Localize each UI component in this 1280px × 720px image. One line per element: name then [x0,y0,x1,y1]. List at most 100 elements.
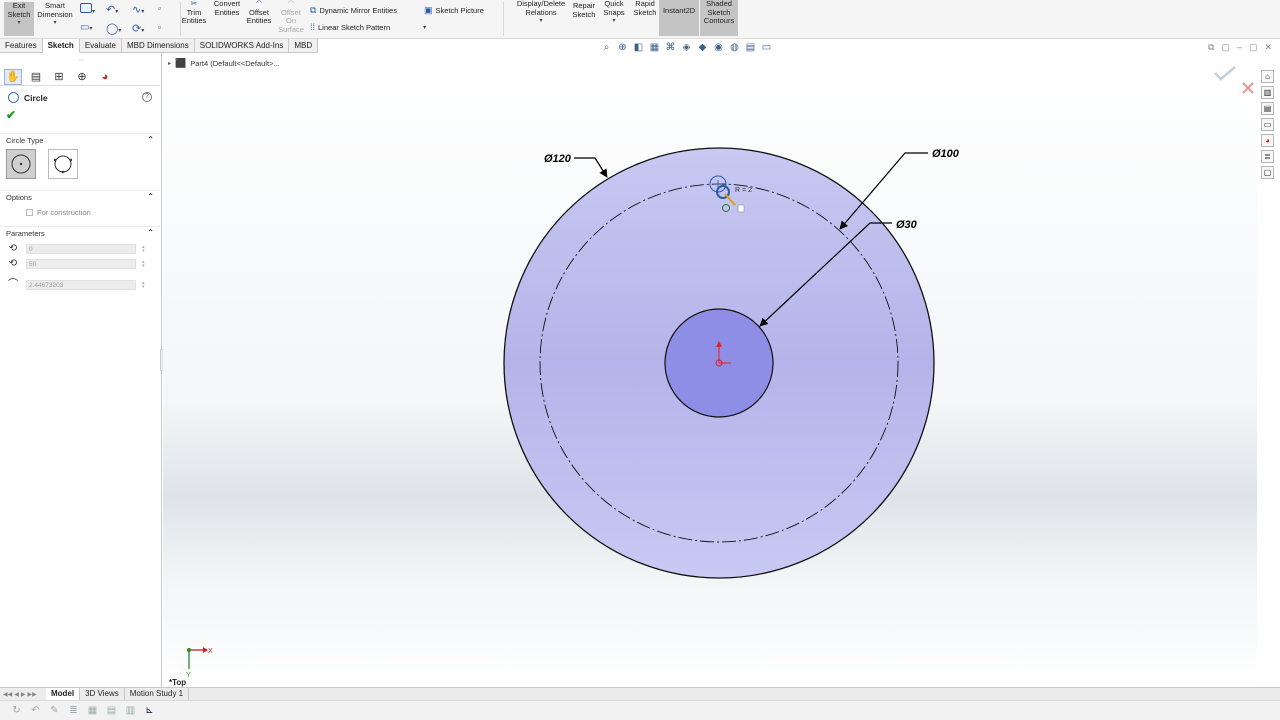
instant2d-button[interactable]: Instant2D [659,0,699,36]
tab-3d-views[interactable]: 3D Views [80,688,125,700]
offset-on-surface-button[interactable]: ◠ Offset On Surface [276,0,306,36]
spinner-icon[interactable]: ▴ ▾ [142,245,145,254]
minimize-icon[interactable]: – [1237,42,1242,53]
restore-icon[interactable]: ⧉ [1208,42,1214,53]
exit-sketch-button[interactable]: Exit Sketch ▾ [4,1,34,36]
grid-icon[interactable]: ▦ [86,705,99,717]
first-tab-arrow-icon[interactable]: ◀◀ [3,691,12,698]
property-manager-tab-icon[interactable]: ▤ [27,69,45,85]
tab-mbd-dimensions[interactable]: MBD Dimensions [121,39,195,53]
collapse-chevron-icon[interactable]: ⌃ [147,192,154,201]
chevron-down-icon[interactable]: ▾ [53,19,56,28]
dynamic-mirror-button[interactable]: ⧉ Dynamic Mirror Entities [310,5,397,16]
resources-icon[interactable]: ▥ [1261,86,1274,99]
offset-entities-button[interactable]: ◠ Offset Entities [244,0,274,36]
view-settings-icon[interactable]: ▭ [760,41,773,53]
tab-features[interactable]: Features [0,39,43,53]
feature-tree-flyout[interactable]: ▸ ⬛ Part4 (Default<<Default>... [168,58,280,69]
tab-solidworks-add-ins[interactable]: SOLIDWORKS Add-Ins [194,39,290,53]
panel-splitter-grip[interactable]: ⋯ [78,57,84,64]
last-tab-arrow-icon[interactable]: ▶▶ [27,691,36,698]
dim-text-120[interactable]: Ø120 [544,153,572,165]
center-circle-type-button[interactable] [6,149,36,179]
spinner-icon[interactable]: ▴ ▾ [142,281,145,290]
smart-dimension-button[interactable]: Smart Dimension ▾ [36,1,74,36]
close-icon[interactable]: ✕ [1264,42,1272,53]
display-delete-relations-button[interactable]: Display/Delete Relations ▾ [512,0,570,36]
design-library-icon[interactable]: ▤ [1261,102,1274,115]
chevron-down-icon[interactable]: ▾ [17,19,20,28]
arc-tool-icon[interactable]: ↶▾ [106,3,132,16]
collapse-chevron-icon[interactable]: ⌃ [147,228,154,237]
confirm-corner-check-icon[interactable] [1214,66,1236,81]
options-section[interactable]: Options ⌃ [0,190,160,202]
display-style-icon[interactable]: ◆ [696,41,709,53]
sketch-picture-button[interactable]: ▣ Sketch Picture [424,5,484,16]
trim-entities-button[interactable]: ✂ Trim Entities [179,0,209,36]
for-construction-checkbox[interactable]: For construction [26,208,91,217]
dimxpert-manager-tab-icon[interactable]: ⊕ [73,69,91,85]
spinner-icon[interactable]: ▴ ▾ [142,260,145,269]
undo-icon[interactable]: ↶ [29,705,42,717]
circle-type-section[interactable]: Circle Type ⌃ [0,133,160,145]
apply-scene-icon[interactable]: ▤ [744,41,757,53]
linear-sketch-pattern-button[interactable]: ⁞⁞ Linear Sketch Pattern ▾ [310,22,426,32]
collapse-chevron-icon[interactable]: ⌃ [147,135,154,144]
dynamic-annotation-icon[interactable]: ⌘ [664,41,677,53]
convert-entities-button[interactable]: Convert Entities [211,0,243,36]
help-icon[interactable]: ? [142,92,152,102]
ok-checkmark-icon[interactable]: ✔ [6,108,16,122]
tile-icon[interactable]: ▢ [1221,42,1230,53]
appearances-icon[interactable]: ◕ [1261,134,1274,147]
sketch-canvas[interactable]: Ø120 Ø100 Ø30 R = 2 X Y *Top [163,53,1257,687]
center-x-field[interactable]: 0 [26,244,136,254]
zoom-to-fit-icon[interactable]: ⌕ [600,41,613,53]
circle-tool-icon[interactable]: ◯▾ [106,22,132,35]
shaded-sketch-contours-button[interactable]: Shaded Sketch Contours [700,0,738,36]
dim-text-30[interactable]: Ø30 [896,219,918,231]
next-tab-arrow-icon[interactable]: ▶ [21,691,26,698]
tab-sketch[interactable]: Sketch [42,39,80,53]
parameters-section[interactable]: Parameters ⌃ [0,226,160,238]
center-y-field[interactable]: 50 [26,259,136,269]
maximize-icon[interactable]: ▢ [1249,42,1258,53]
tab-evaluate[interactable]: Evaluate [79,39,122,53]
confirm-corner-cancel-icon[interactable] [1242,82,1254,94]
feature-manager-tab-icon[interactable]: ✋ [4,68,22,85]
table-icon[interactable]: ▤ [105,705,118,717]
rebuild-icon[interactable]: ↻ [10,705,23,717]
section-view-icon[interactable]: ▦ [648,41,661,53]
previous-view-icon[interactable]: ◧ [632,41,645,53]
custom-properties-icon[interactable]: ≣ [1261,150,1274,163]
home-icon[interactable]: ⌂ [1261,70,1274,83]
tab-model[interactable]: Model [46,688,81,700]
checkbox-box[interactable] [26,209,33,216]
plane-origin-icon[interactable]: ⊾ [143,705,156,717]
solidworks-forum-icon[interactable]: ▢ [1261,166,1274,179]
spline-tool-icon[interactable]: ∿▾ [132,3,158,16]
tab-motion-study-1[interactable]: Motion Study 1 [125,688,190,700]
tab-mbd[interactable]: MBD [289,39,319,53]
hide-show-items-icon[interactable]: ◉ [712,41,725,53]
zoom-to-area-icon[interactable]: ⊕ [616,41,629,53]
line-tool-icon[interactable]: ▾ [80,3,106,16]
configuration-manager-tab-icon[interactable]: ⊞ [50,69,68,85]
chevron-down-icon[interactable]: ▾ [423,24,426,31]
file-explorer-icon[interactable]: ▭ [1261,118,1274,131]
rapid-sketch-button[interactable]: Rapid Sketch [631,0,659,36]
graphics-area[interactable]: Ø120 Ø100 Ø30 R = 2 X Y *Top [163,53,1257,687]
radius-field[interactable]: 2.44673203 [26,280,136,290]
display-manager-tab-icon[interactable]: ◕ [96,69,114,85]
chevron-down-icon[interactable]: ▾ [612,17,615,26]
sketch-tool-icon[interactable]: ✎ [48,705,61,717]
list-icon[interactable]: ≣ [67,705,80,717]
prev-tab-arrow-icon[interactable]: ◀ [14,691,19,698]
perimeter-circle-type-button[interactable] [48,149,78,179]
dim-text-100[interactable]: Ø100 [932,148,960,160]
quick-snaps-button[interactable]: Quick Snaps ▾ [600,0,628,36]
chevron-down-icon[interactable]: ▾ [539,17,542,26]
expand-arrow-icon[interactable]: ▸ [168,60,171,67]
layout-icon[interactable]: ▥ [124,705,137,717]
repair-sketch-button[interactable]: Repair Sketch [570,1,598,36]
rectangle-tool-icon[interactable]: ▭▾ [80,22,106,35]
